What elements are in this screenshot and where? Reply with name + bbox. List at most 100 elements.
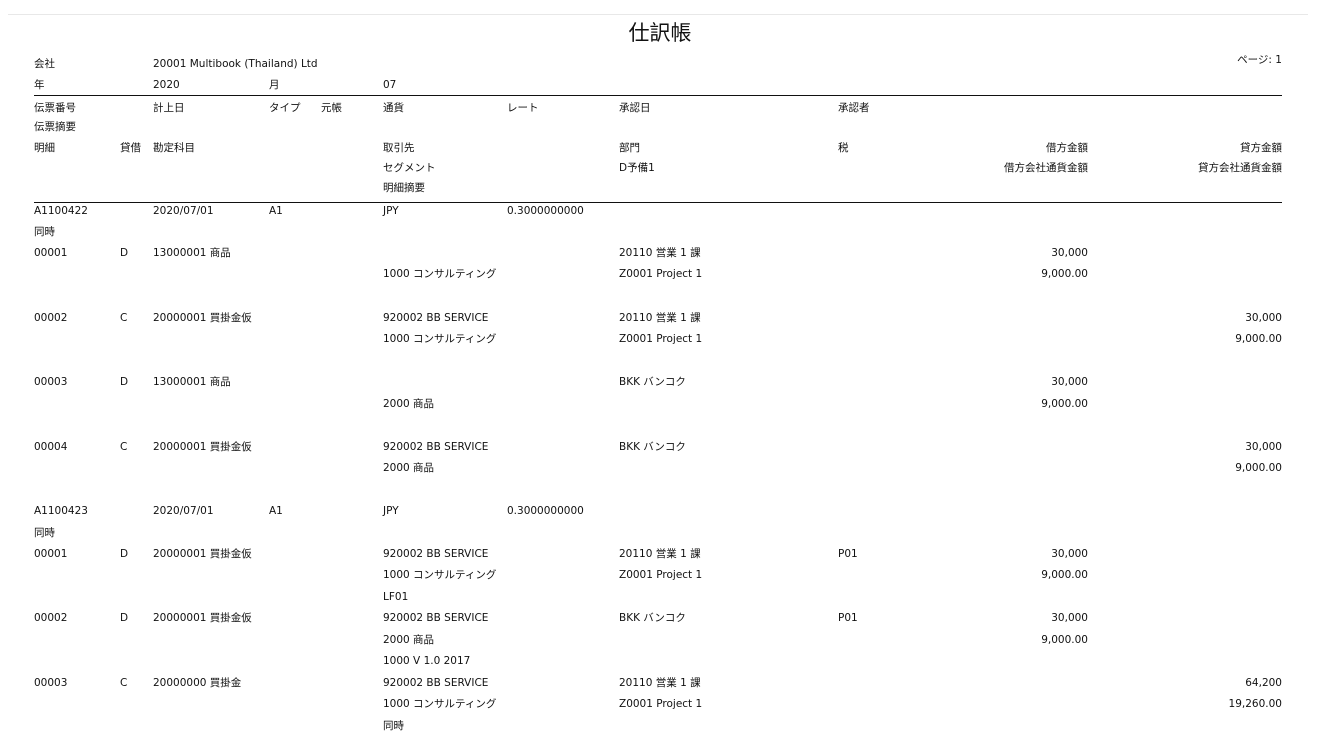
header-rule-top [34,95,1282,96]
line-dc: D [120,247,129,259]
line-partner: 920002 BB SERVICE [383,312,489,324]
col-debit: 借方金額 [1046,142,1088,154]
line-account: 20000001 買掛金仮 [153,441,252,453]
line-segment: 1000 コンサルティング [383,698,497,710]
page-number: ページ: 1 [1237,54,1282,66]
line-account: 13000001 商品 [153,247,231,259]
line-segment: 1000 コンサルティング [383,268,497,280]
line-partner: 920002 BB SERVICE [383,612,489,624]
line-tax: P01 [838,612,858,624]
line-partner: 920002 BB SERVICE [383,441,489,453]
col-approval-date: 承認日 [619,102,651,114]
line-segment: 2000 商品 [383,634,435,646]
line-debit-local: 9,000.00 [1041,569,1088,581]
line-debit: 30,000 [1051,548,1088,560]
line-account: 20000001 買掛金仮 [153,312,252,324]
voucher-rate: 0.3000000000 [507,505,584,517]
voucher-date: 2020/07/01 [153,505,214,517]
line-no: 00004 [34,441,68,453]
col-posting-date: 計上日 [153,102,185,114]
line-partner: 920002 BB SERVICE [383,548,489,560]
line-no: 00003 [34,677,68,689]
voucher-currency: JPY [383,205,399,217]
voucher-desc: 同時 [34,527,55,539]
line-reserve: Z0001 Project 1 [619,569,703,581]
line-dept: BKK バンコク [619,441,686,453]
line-desc: 同時 [383,720,404,732]
voucher-type: A1 [269,205,283,217]
line-desc: LF01 [383,591,409,603]
line-dept: 20110 営業 1 課 [619,548,701,560]
line-dept: 20110 営業 1 課 [619,312,701,324]
col-reserve: D予備1 [619,162,655,174]
line-debit-local: 9,000.00 [1041,634,1088,646]
line-credit: 30,000 [1245,312,1282,324]
line-account: 20000001 買掛金仮 [153,612,252,624]
col-currency: 通貨 [383,102,404,114]
month-value: 07 [383,79,397,91]
line-dept: BKK バンコク [619,376,686,388]
line-debit-local: 9,000.00 [1041,268,1088,280]
col-type: タイプ [269,102,301,114]
line-credit: 64,200 [1245,677,1282,689]
line-desc: 1000 V 1.0 2017 [383,655,471,667]
line-tax: P01 [838,548,858,560]
voucher-date: 2020/07/01 [153,205,214,217]
line-account: 20000000 買掛金 [153,677,242,689]
col-line-desc: 明細摘要 [383,182,425,194]
col-voucher-no: 伝票番号 [34,102,76,114]
line-dept: BKK バンコク [619,612,686,624]
col-credit-local: 貸方会社通貨金額 [1198,162,1282,174]
line-credit-local: 9,000.00 [1235,462,1282,474]
col-voucher-desc: 伝票摘要 [34,121,76,133]
line-credit: 30,000 [1245,441,1282,453]
line-credit-local: 19,260.00 [1228,698,1282,710]
voucher-currency: JPY [383,505,399,517]
voucher-number: A1100422 [34,205,88,217]
voucher-type: A1 [269,505,283,517]
line-dc: D [120,612,129,624]
line-account: 20000001 買掛金仮 [153,548,252,560]
col-debit-local: 借方会社通貨金額 [1004,162,1088,174]
line-no: 00003 [34,376,68,388]
line-debit-local: 9,000.00 [1041,398,1088,410]
line-dc: C [120,677,128,689]
line-no: 00001 [34,247,68,259]
line-no: 00001 [34,548,68,560]
line-dept: 20110 営業 1 課 [619,677,701,689]
line-reserve: Z0001 Project 1 [619,268,703,280]
col-partner: 取引先 [383,142,415,154]
col-rate: レート [507,102,539,114]
year-value: 2020 [153,79,180,91]
header-rule-bottom [34,202,1282,203]
col-credit: 貸方金額 [1240,142,1282,154]
line-segment: 2000 商品 [383,462,435,474]
col-dc: 貸借 [120,142,141,154]
line-credit-local: 9,000.00 [1235,333,1282,345]
line-dc: C [120,441,128,453]
month-label: 月 [269,79,280,91]
line-no: 00002 [34,612,68,624]
company-label: 会社 [34,58,55,70]
line-segment: 2000 商品 [383,398,435,410]
col-detail: 明細 [34,142,55,154]
line-debit: 30,000 [1051,612,1088,624]
report-title: 仕訳帳 [628,21,692,45]
company-value: 20001 Multibook (Thailand) Ltd [153,58,318,70]
line-dc: D [120,376,129,388]
col-segment: セグメント [383,162,436,174]
line-reserve: Z0001 Project 1 [619,333,703,345]
col-ledger: 元帳 [321,102,342,114]
line-dc: D [120,548,129,560]
line-debit: 30,000 [1051,376,1088,388]
line-dept: 20110 営業 1 課 [619,247,701,259]
col-tax: 税 [838,142,849,154]
line-debit: 30,000 [1051,247,1088,259]
line-no: 00002 [34,312,68,324]
col-approver: 承認者 [838,102,870,114]
line-dc: C [120,312,128,324]
line-reserve: Z0001 Project 1 [619,698,703,710]
top-divider [8,14,1308,15]
line-segment: 1000 コンサルティング [383,569,497,581]
line-segment: 1000 コンサルティング [383,333,497,345]
